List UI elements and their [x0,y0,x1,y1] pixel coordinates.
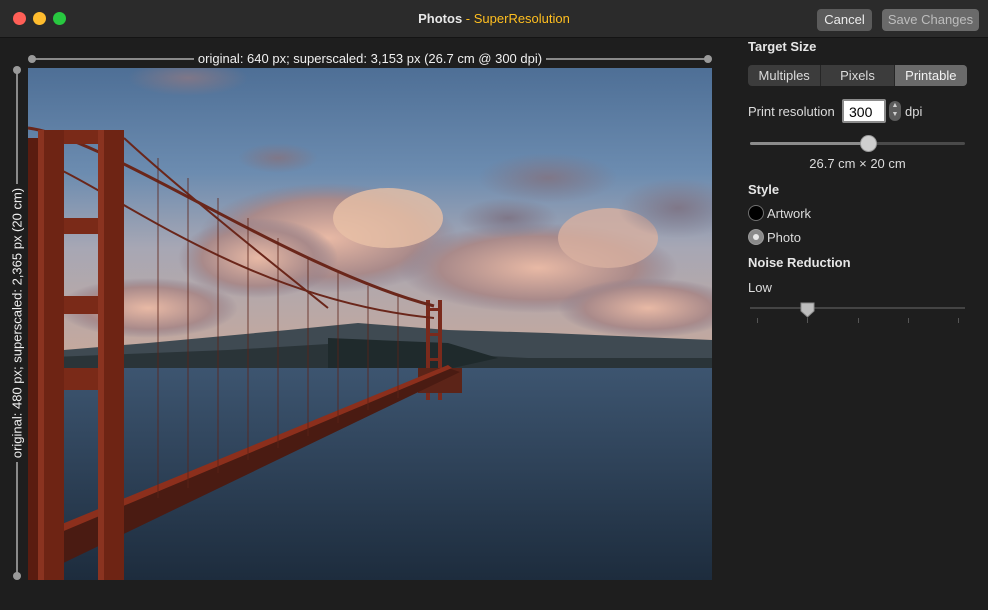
height-measure-label: original: 480 px; superscaled: 2,365 px … [9,183,25,463]
style-title: Style [748,182,780,197]
title-separator: - [462,11,474,26]
print-resolution-label: Print resolution [748,104,835,119]
noise-tick [908,318,909,323]
print-resolution-input[interactable]: 300 [842,99,886,123]
target-size-title: Target Size [748,39,817,54]
style-artwork-radio[interactable] [748,205,764,221]
noise-reduction-title: Noise Reduction [748,255,851,270]
height-measure: original: 480 px; superscaled: 2,365 px … [9,66,25,580]
save-changes-button[interactable]: Save Changes [882,9,979,31]
stepper-up-icon[interactable]: ▲ [889,101,901,110]
noise-tick [757,318,758,323]
tab-printable[interactable]: Printable [894,65,967,86]
extension-name: SuperResolution [473,11,570,26]
noise-tick [958,318,959,323]
print-resolution-stepper[interactable]: ▲ ▼ [889,101,901,121]
stepper-down-icon[interactable]: ▼ [889,110,901,119]
noise-reduction-slider-knob[interactable] [800,302,815,318]
target-size-segmented-control: Multiples Pixels Printable [748,65,967,86]
print-resolution-slider[interactable] [750,142,965,145]
width-measure-label: original: 640 px; superscaled: 3,153 px … [193,51,547,66]
title-bar: Photos - SuperResolution Cancel Save Cha… [0,0,988,38]
noise-reduction-slider[interactable] [750,307,965,309]
style-photo-radio[interactable] [748,229,764,245]
tab-multiples[interactable]: Multiples [748,65,822,86]
superresolution-window: Photos - SuperResolution Cancel Save Cha… [0,0,988,610]
width-measure: original: 640 px; superscaled: 3,153 px … [28,51,712,66]
cancel-button[interactable]: Cancel [817,9,872,31]
photo-preview [28,68,712,580]
style-photo-label[interactable]: Photo [767,230,801,245]
tab-pixels[interactable]: Pixels [821,65,895,86]
print-resolution-slider-knob[interactable] [860,135,878,152]
print-resolution-slider-fill [750,142,869,145]
dpi-unit-label: dpi [905,104,923,119]
noise-tick [807,318,808,323]
style-artwork-label[interactable]: Artwork [767,206,811,221]
noise-reduction-value: Low [748,280,772,295]
noise-tick [858,318,859,323]
bridge-photo-image [28,68,712,580]
app-name: Photos [418,11,463,26]
print-dimensions-text: 26.7 cm × 20 cm [809,156,906,171]
